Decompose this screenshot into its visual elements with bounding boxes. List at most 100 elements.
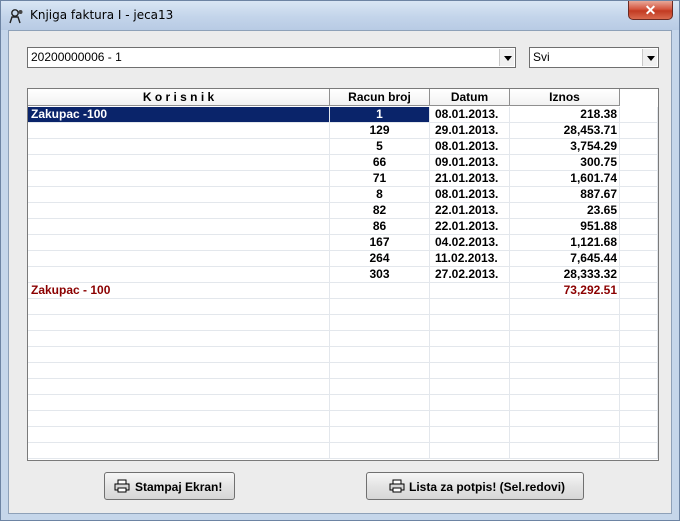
- empty-row[interactable]: [28, 427, 658, 443]
- cell-filler: [620, 443, 658, 459]
- table-row[interactable]: 71 21.01.2013. 1,601.74: [28, 171, 658, 187]
- cell-korisnik: [28, 331, 330, 347]
- cell-korisnik: [28, 267, 330, 283]
- cell-filler: [620, 235, 658, 251]
- cell-datum: [430, 331, 510, 347]
- cell-iznos: 1,121.68: [510, 235, 620, 251]
- column-header-iznos[interactable]: Iznos: [510, 89, 620, 106]
- cell-iznos: [510, 395, 620, 411]
- empty-row[interactable]: [28, 411, 658, 427]
- table-row[interactable]: Zakupac -100 1 08.01.2013. 218.38: [28, 107, 658, 123]
- grid-header: K o r i s n i k Racun broj Datum Iznos: [28, 89, 620, 106]
- signature-list-button[interactable]: Lista za potpis! (Sel.redovi): [366, 472, 584, 500]
- cell-iznos: 951.88: [510, 219, 620, 235]
- cell-iznos: 3,754.29: [510, 139, 620, 155]
- cell-racun: 264: [330, 251, 430, 267]
- cell-filler: [620, 171, 658, 187]
- chevron-down-icon[interactable]: [642, 49, 657, 66]
- cell-datum: [430, 299, 510, 315]
- cell-iznos: [510, 347, 620, 363]
- cell-korisnik: [28, 427, 330, 443]
- empty-row[interactable]: [28, 363, 658, 379]
- total-row[interactable]: Zakupac - 100 73,292.51: [28, 283, 658, 299]
- scope-select[interactable]: Svi: [529, 47, 659, 68]
- print-screen-button[interactable]: Stampaj Ekran!: [104, 472, 235, 500]
- table-row[interactable]: 86 22.01.2013. 951.88: [28, 219, 658, 235]
- cell-datum: [430, 363, 510, 379]
- cell-filler: [620, 203, 658, 219]
- table-row[interactable]: 82 22.01.2013. 23.65: [28, 203, 658, 219]
- table-row[interactable]: 8 08.01.2013. 887.67: [28, 187, 658, 203]
- cell-filler: [620, 267, 658, 283]
- cell-korisnik: [28, 155, 330, 171]
- empty-row[interactable]: [28, 347, 658, 363]
- cell-korisnik: [28, 203, 330, 219]
- cell-filler: [620, 187, 658, 203]
- cell-racun: [330, 363, 430, 379]
- table-row[interactable]: 66 09.01.2013. 300.75: [28, 155, 658, 171]
- column-header-racun[interactable]: Racun broj: [330, 89, 430, 106]
- empty-row[interactable]: [28, 331, 658, 347]
- cell-datum: 08.01.2013.: [430, 139, 510, 155]
- cell-datum: [430, 443, 510, 459]
- cell-racun: [330, 379, 430, 395]
- cell-racun: [330, 347, 430, 363]
- cell-korisnik: [28, 395, 330, 411]
- cell-filler: [620, 299, 658, 315]
- cell-filler: [620, 331, 658, 347]
- table-row[interactable]: 129 29.01.2013. 28,453.71: [28, 123, 658, 139]
- empty-row[interactable]: [28, 315, 658, 331]
- cell-racun: [330, 331, 430, 347]
- cell-datum: 04.02.2013.: [430, 235, 510, 251]
- chevron-down-icon[interactable]: [499, 49, 514, 66]
- table-row[interactable]: 303 27.02.2013. 28,333.32: [28, 267, 658, 283]
- cell-korisnik: [28, 363, 330, 379]
- column-header-datum[interactable]: Datum: [430, 89, 510, 106]
- empty-row[interactable]: [28, 395, 658, 411]
- cell-filler: [620, 347, 658, 363]
- cell-korisnik: [28, 139, 330, 155]
- cell-racun: [330, 395, 430, 411]
- printer-icon: [389, 479, 405, 493]
- empty-row[interactable]: [28, 299, 658, 315]
- cell-filler: [620, 363, 658, 379]
- cell-iznos: [510, 411, 620, 427]
- cell-filler: [620, 219, 658, 235]
- cell-racun: 82: [330, 203, 430, 219]
- cell-korisnik: [28, 315, 330, 331]
- cell-racun: [330, 411, 430, 427]
- cell-filler: [620, 411, 658, 427]
- cell-datum: [430, 315, 510, 331]
- cell-korisnik: [28, 379, 330, 395]
- cell-iznos: [510, 331, 620, 347]
- cell-iznos: 28,453.71: [510, 123, 620, 139]
- close-button[interactable]: ✕: [628, 1, 673, 20]
- cell-korisnik: Zakupac -100: [28, 107, 330, 123]
- cell-datum: 22.01.2013.: [430, 219, 510, 235]
- empty-row[interactable]: [28, 443, 658, 459]
- account-select-value: 20200000006 - 1: [31, 50, 122, 64]
- table-row[interactable]: 5 08.01.2013. 3,754.29: [28, 139, 658, 155]
- cell-racun: 86: [330, 219, 430, 235]
- print-screen-label: Stampaj Ekran!: [135, 480, 223, 494]
- table-row[interactable]: 264 11.02.2013. 7,645.44: [28, 251, 658, 267]
- table-row[interactable]: 167 04.02.2013. 1,121.68: [28, 235, 658, 251]
- cell-datum: 11.02.2013.: [430, 251, 510, 267]
- cell-iznos: [510, 379, 620, 395]
- cell-datum: 09.01.2013.: [430, 155, 510, 171]
- cell-datum: 21.01.2013.: [430, 171, 510, 187]
- account-select[interactable]: 20200000006 - 1: [27, 47, 516, 68]
- close-icon: ✕: [644, 2, 657, 18]
- cell-iznos: 73,292.51: [510, 283, 620, 299]
- cell-datum: [430, 379, 510, 395]
- main-window: Knjiga faktura I - jeca13 ✕ 20200000006 …: [0, 0, 680, 521]
- invoice-grid[interactable]: K o r i s n i k Racun broj Datum Iznos Z…: [27, 88, 659, 461]
- title-bar[interactable]: Knjiga faktura I - jeca13 ✕: [1, 1, 679, 30]
- cell-korisnik: [28, 299, 330, 315]
- cell-racun: [330, 427, 430, 443]
- cell-filler: [620, 315, 658, 331]
- empty-row[interactable]: [28, 379, 658, 395]
- cell-iznos: 28,333.32: [510, 267, 620, 283]
- column-header-korisnik[interactable]: K o r i s n i k: [28, 89, 330, 106]
- cell-datum: 29.01.2013.: [430, 123, 510, 139]
